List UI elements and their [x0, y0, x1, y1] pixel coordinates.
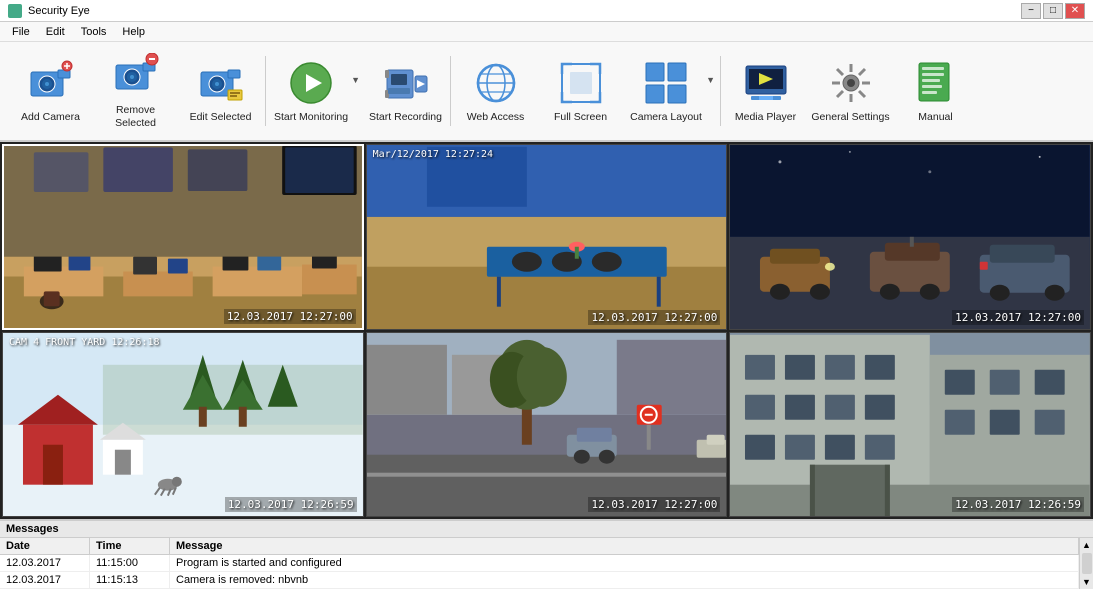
camera-feed-1: [4, 146, 362, 328]
camera-cell-5[interactable]: 12.03.2017 12:27:00: [366, 332, 728, 518]
app-title: Security Eye: [28, 5, 90, 17]
maximize-button[interactable]: □: [1043, 3, 1063, 19]
menu-edit[interactable]: Edit: [38, 24, 73, 40]
start-recording-icon: [382, 59, 430, 107]
messages-scrollbar[interactable]: ▲ ▼: [1079, 538, 1093, 589]
menu-help[interactable]: Help: [114, 24, 153, 40]
camera-layout-label: Camera Layout: [630, 111, 702, 124]
general-settings-icon: [827, 59, 875, 107]
media-player-icon: [742, 59, 790, 107]
full-screen-icon: [557, 59, 605, 107]
camera-cell-4[interactable]: CAM 4 FRONT YARD 12:26:18 12.03.2017 12:…: [2, 332, 364, 518]
start-monitoring-button[interactable]: Start Monitoring ▼: [268, 47, 363, 135]
camera-2-label: Mar/12/2017 12:27:24: [373, 149, 493, 160]
web-access-label: Web Access: [467, 111, 525, 124]
full-screen-label: Full Screen: [554, 111, 607, 124]
col-time: Time: [90, 538, 170, 554]
edit-selected-label: Edit Selected: [190, 111, 252, 124]
camera-layout-button[interactable]: Camera Layout ▼: [623, 47, 718, 135]
manual-label: Manual: [918, 111, 952, 124]
camera-2-timestamp: 12.03.2017 12:27:00: [588, 310, 720, 325]
title-bar-left: Security Eye: [8, 4, 90, 18]
monitoring-arrow-icon[interactable]: ▼: [351, 75, 360, 107]
col-date: Date: [0, 538, 90, 554]
camera-feed-6: [730, 333, 1090, 517]
camera-3-timestamp: 12.03.2017 12:27:00: [952, 310, 1084, 325]
scroll-down-arrow[interactable]: ▼: [1080, 575, 1093, 589]
sep-3: [720, 56, 721, 126]
general-settings-label: General Settings: [811, 111, 889, 124]
menu-tools[interactable]: Tools: [73, 24, 115, 40]
toolbar: Add Camera Remove Selected: [0, 42, 1093, 142]
camera-feed-3: [730, 145, 1090, 329]
msg-2-time: 11:15:13: [90, 572, 170, 588]
edit-selected-button[interactable]: Edit Selected: [178, 47, 263, 135]
messages-header: Messages: [0, 521, 1093, 538]
camera-layout-icon: [642, 59, 690, 107]
edit-selected-icon: [197, 59, 245, 107]
messages-column-headers: Date Time Message: [0, 538, 1079, 555]
camera-feed-5: [367, 333, 727, 517]
col-message: Message: [170, 538, 1079, 554]
camera-grid: 12.03.2017 12:27:00: [0, 142, 1093, 519]
title-bar: Security Eye − □ ✕: [0, 0, 1093, 22]
general-settings-button[interactable]: General Settings: [808, 47, 893, 135]
media-player-button[interactable]: Media Player: [723, 47, 808, 135]
web-access-icon: [472, 59, 520, 107]
close-button[interactable]: ✕: [1065, 3, 1085, 19]
manual-button[interactable]: Manual: [893, 47, 978, 135]
messages-inner: Date Time Message 12.03.2017 11:15:00 Pr…: [0, 538, 1093, 589]
app-icon: [8, 4, 22, 18]
camera-5-timestamp: 12.03.2017 12:27:00: [588, 497, 720, 512]
menu-bar: File Edit Tools Help: [0, 22, 1093, 42]
camera-6-timestamp: 12.03.2017 12:26:59: [952, 497, 1084, 512]
start-recording-button[interactable]: Start Recording: [363, 47, 448, 135]
messages-content: Date Time Message 12.03.2017 11:15:00 Pr…: [0, 538, 1079, 589]
menu-file[interactable]: File: [4, 24, 38, 40]
scroll-up-arrow[interactable]: ▲: [1080, 538, 1093, 552]
layout-arrow-icon[interactable]: ▼: [706, 75, 715, 107]
start-recording-label: Start Recording: [369, 111, 442, 124]
manual-icon: [912, 59, 960, 107]
camera-cell-1[interactable]: 12.03.2017 12:27:00: [2, 144, 364, 330]
msg-1-time: 11:15:00: [90, 555, 170, 571]
add-camera-label: Add Camera: [21, 111, 80, 124]
msg-2-message: Camera is removed: nbvnb: [170, 572, 1079, 588]
msg-2-date: 12.03.2017: [0, 572, 90, 588]
camera-4-label: CAM 4 FRONT YARD 12:26:18: [9, 337, 160, 348]
camera-cell-6[interactable]: 12.03.2017 12:26:59: [729, 332, 1091, 518]
remove-selected-label: Remove Selected: [96, 104, 175, 129]
msg-1-date: 12.03.2017: [0, 555, 90, 571]
camera-feed-2: [367, 145, 727, 329]
media-player-label: Media Player: [735, 111, 796, 124]
minimize-button[interactable]: −: [1021, 3, 1041, 19]
camera-feed-4: [3, 333, 363, 517]
web-access-button[interactable]: Web Access: [453, 47, 538, 135]
title-bar-controls[interactable]: − □ ✕: [1021, 3, 1085, 19]
message-row-2: 12.03.2017 11:15:13 Camera is removed: n…: [0, 572, 1079, 589]
remove-selected-button[interactable]: Remove Selected: [93, 47, 178, 135]
start-monitoring-icon: [287, 59, 335, 107]
add-camera-button[interactable]: Add Camera: [8, 47, 93, 135]
camera-cell-2[interactable]: Mar/12/2017 12:27:24 12.03.2017 12:27:00: [366, 144, 728, 330]
camera-1-timestamp: 12.03.2017 12:27:00: [224, 309, 356, 324]
sep-2: [450, 56, 451, 126]
camera-4-timestamp: 12.03.2017 12:26:59: [225, 497, 357, 512]
add-camera-icon: [27, 59, 75, 107]
msg-1-message: Program is started and configured: [170, 555, 1079, 571]
message-row-1: 12.03.2017 11:15:00 Program is started a…: [0, 555, 1079, 572]
sep-1: [265, 56, 266, 126]
full-screen-button[interactable]: Full Screen: [538, 47, 623, 135]
start-monitoring-label: Start Monitoring: [274, 111, 348, 124]
scroll-thumb[interactable]: [1082, 553, 1092, 574]
remove-selected-icon: [112, 52, 160, 100]
camera-cell-3[interactable]: 12.03.2017 12:27:00: [729, 144, 1091, 330]
messages-area: Messages Date Time Message 12.03.2017 11…: [0, 519, 1093, 614]
